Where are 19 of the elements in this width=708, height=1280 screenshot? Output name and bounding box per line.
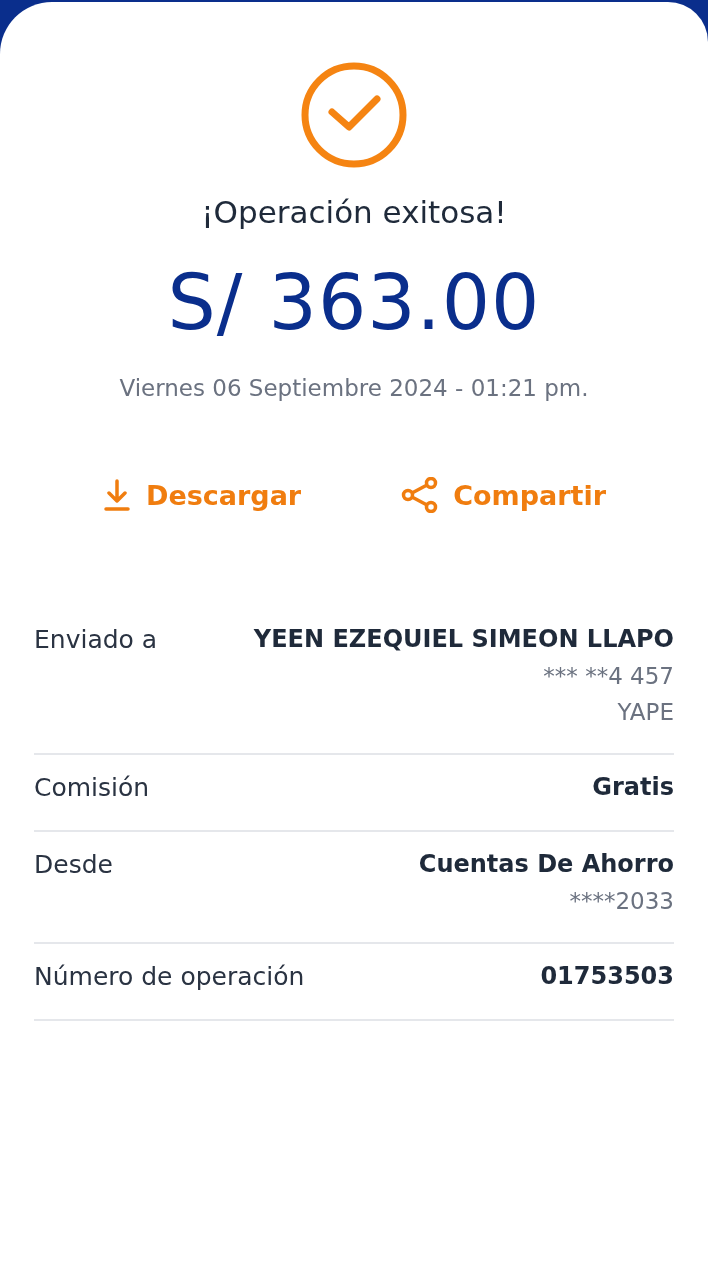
amount: S/ 363.00 [167,258,541,347]
detail-value: Gratis [592,773,674,801]
detail-label: Comisión [34,773,150,802]
detail-value: 01753503 [540,962,674,990]
download-icon [101,478,132,512]
share-icon [401,477,440,513]
detail-value: *** **4 457 [543,663,674,689]
detail-value: ****2033 [569,888,674,914]
detail-label: Enviado a [34,625,158,654]
detail-value: YEEN EZEQUIEL SIMEON LLAPO [253,625,674,653]
detail-value: Cuentas De Ahorro [418,850,674,878]
operation-date: Viernes 06 Septiembre 2024 - 01:21 pm. [119,375,589,401]
detail-label: Número de operación [34,962,305,991]
check-circle-icon [301,62,407,168]
share-button[interactable]: Compartir [401,477,606,513]
download-button[interactable]: Descargar [101,477,302,513]
success-title: ¡Operación exitosa! [201,194,507,230]
detail-value: YAPE [617,699,674,725]
detail-label: Desde [34,850,113,879]
